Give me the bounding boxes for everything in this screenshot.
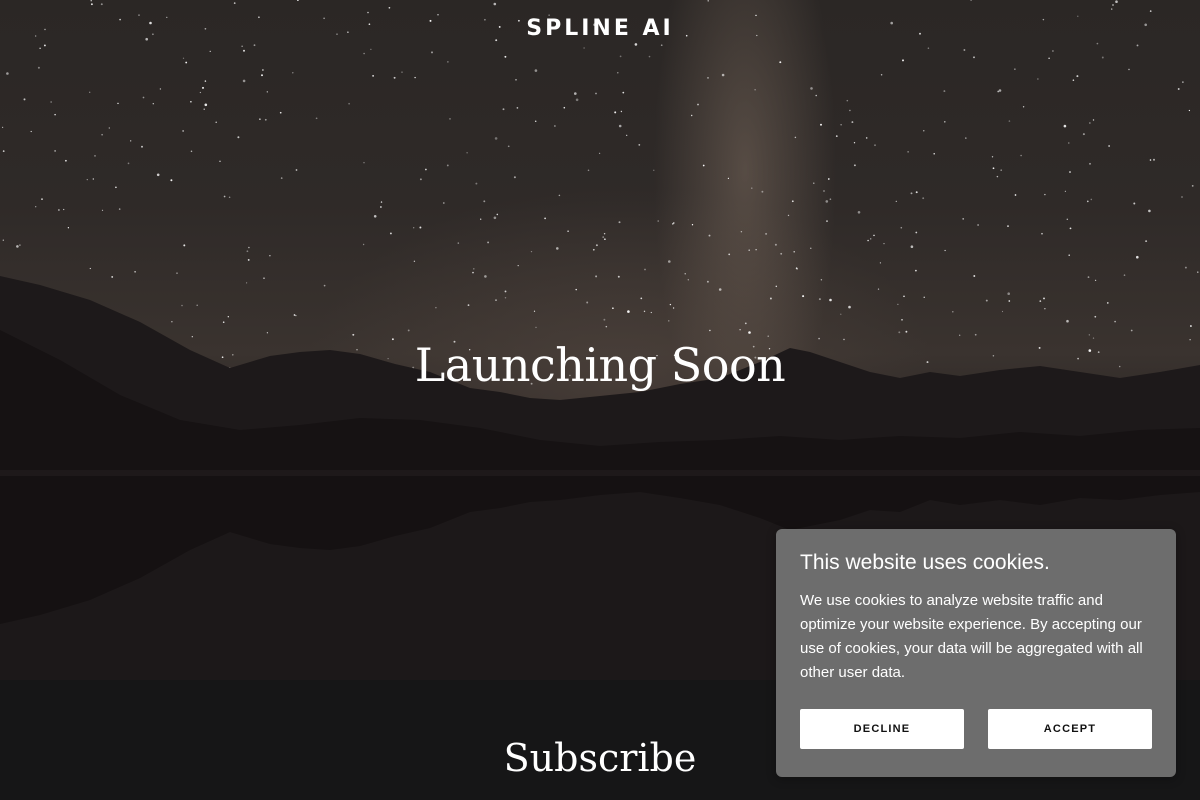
cookie-banner-actions: DECLINE ACCEPT — [800, 709, 1152, 749]
cookie-banner-message: We use cookies to analyze website traffi… — [800, 592, 1143, 681]
hero-headline: Launching Soon — [414, 338, 786, 392]
cookie-banner-title: This website uses cookies. — [800, 551, 1050, 574]
brand-logo[interactable]: SPLINE AI — [0, 16, 1200, 41]
cookie-banner: This website uses cookies. We use cookie… — [776, 529, 1176, 777]
accept-cookies-button[interactable]: ACCEPT — [988, 709, 1152, 749]
decline-cookies-button[interactable]: DECLINE — [800, 709, 964, 749]
